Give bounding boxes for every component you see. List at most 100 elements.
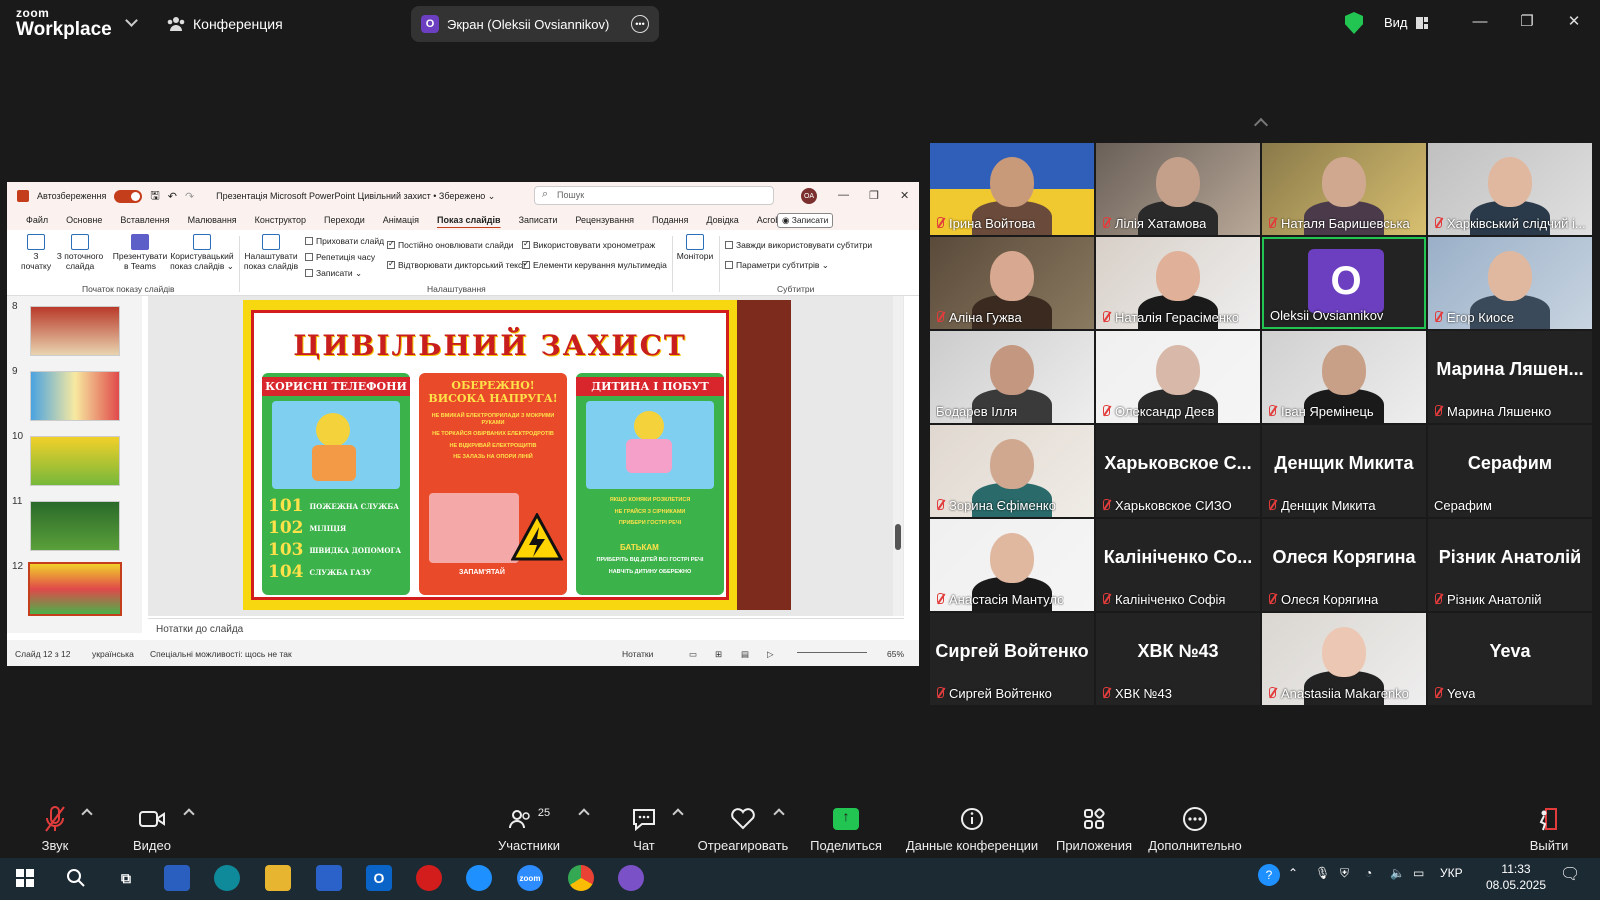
ribbon-tab[interactable]: Файл xyxy=(17,215,57,225)
participant-tile[interactable]: Лілія Хатамова xyxy=(1096,143,1260,235)
windows-start-icon[interactable] xyxy=(12,865,38,891)
slide-thumbnail[interactable] xyxy=(30,371,120,421)
document-title[interactable]: Презентація Microsoft PowerPoint Цивільн… xyxy=(216,191,495,202)
record-menu-button[interactable]: Записати ⌄ xyxy=(305,268,362,279)
chevron-down-icon[interactable] xyxy=(125,14,138,27)
meeting-info-button[interactable]: Данные конференции xyxy=(902,798,1042,853)
teams-button[interactable]: Презентувати в Teams xyxy=(111,234,169,272)
mic-tray-icon[interactable]: 🎙 xyxy=(1315,866,1330,880)
user-avatar[interactable]: OA xyxy=(801,188,817,204)
reading-view-icon[interactable]: ▤ xyxy=(741,649,749,660)
participant-tile[interactable]: Егор Киосе xyxy=(1428,237,1592,329)
undo-icon[interactable]: ↶ xyxy=(168,190,177,203)
option-narration-checkbox[interactable]: Відтворювати дикторський текст xyxy=(387,259,526,270)
subtitles-always-checkbox[interactable]: Завжди використовувати субтитри xyxy=(725,240,872,250)
opera-icon[interactable] xyxy=(416,865,442,891)
edge-icon[interactable] xyxy=(214,865,240,891)
participant-tile[interactable]: Зорина Єфіменко xyxy=(930,425,1094,517)
ppt-restore-icon[interactable]: ❐ xyxy=(869,189,879,202)
explorer-icon[interactable] xyxy=(265,865,291,891)
participant-tile[interactable]: Аліна Гужва xyxy=(930,237,1094,329)
participant-tile[interactable]: Олександр Деєв xyxy=(1096,331,1260,423)
from-start-button[interactable]: З початку xyxy=(21,234,51,272)
tray-chevron-icon[interactable]: ⌃ xyxy=(1288,866,1298,880)
ppt-search-input[interactable]: Пошук xyxy=(534,186,774,205)
ribbon-tab[interactable]: Анімація xyxy=(374,215,428,225)
slide-thumbnail[interactable] xyxy=(30,501,120,551)
participant-tile[interactable]: Наталія Герасіменко xyxy=(1096,237,1260,329)
zoom-slider[interactable] xyxy=(797,652,867,653)
subtitle-settings-button[interactable]: Параметри субтитрів ⌄ xyxy=(725,260,829,271)
setup-show-button[interactable]: Налаштувати показ слайдів xyxy=(243,234,299,272)
participant-tile[interactable]: Марина Ляшен... Марина Ляшенко xyxy=(1428,331,1592,423)
participant-tile[interactable]: Анастасія Мантуло xyxy=(930,519,1094,611)
participants-button[interactable]: 25 Участники xyxy=(474,798,584,853)
chrome-icon[interactable] xyxy=(568,865,594,891)
language-status[interactable]: українська xyxy=(92,649,134,659)
leave-button[interactable]: Выйти xyxy=(1514,798,1584,853)
participant-tile[interactable]: Олеся Корягина Олеся Корягина xyxy=(1262,519,1426,611)
defender-icon[interactable]: ⛨ xyxy=(1340,866,1349,881)
chat-button[interactable]: Чат xyxy=(589,798,699,853)
ribbon-tab[interactable]: Довідка xyxy=(697,215,747,225)
participant-tile[interactable]: Бодарев Ілля xyxy=(930,331,1094,423)
record-button[interactable]: ◉ Записати xyxy=(777,213,834,228)
custom-show-button[interactable]: Користувацький показ слайдів ⌄ xyxy=(169,234,235,272)
outlook-icon[interactable]: O xyxy=(366,865,392,891)
participant-tile[interactable]: Іван Яремінець xyxy=(1262,331,1426,423)
ribbon-tab[interactable]: Основне xyxy=(57,215,111,225)
participant-tile[interactable]: Anastasiia Makarenko xyxy=(1262,613,1426,705)
notes-pane[interactable]: Нотатки до слайда xyxy=(148,618,904,640)
notifications-icon[interactable]: 🗨 xyxy=(1560,864,1580,884)
participant-tile[interactable]: Харківський слідчий і... xyxy=(1428,143,1592,235)
participant-tile[interactable]: Yeva Yeva xyxy=(1428,613,1592,705)
meeting-menu[interactable]: Конференция xyxy=(167,13,283,35)
redo-icon[interactable]: ↷ xyxy=(185,190,194,203)
slide-thumbnail[interactable] xyxy=(30,306,120,356)
apps-button[interactable]: Приложения xyxy=(1039,798,1149,853)
ppt-close-icon[interactable]: ✕ xyxy=(900,189,909,202)
option-refresh-checkbox[interactable]: Постійно оновлювати слайди xyxy=(387,239,514,250)
notes-toggle[interactable]: Нотатки xyxy=(622,649,653,659)
participant-tile[interactable]: Денщик Микита Денщик Микита xyxy=(1262,425,1426,517)
volume-icon[interactable]: 🔈 xyxy=(1390,866,1405,880)
ribbon-tab[interactable]: Переходи xyxy=(315,215,374,225)
option-timings-checkbox[interactable]: Використовувати хронометраж xyxy=(522,239,655,250)
normal-view-icon[interactable]: ▭ xyxy=(689,649,697,660)
participant-tile[interactable]: Калініченко Со... Калініченко Софія xyxy=(1096,519,1260,611)
minimize-icon[interactable]: — xyxy=(1468,10,1492,34)
more-button[interactable]: Дополнительно xyxy=(1138,798,1252,853)
keyboard-language[interactable]: УКР xyxy=(1440,866,1463,880)
screen-share-pill[interactable]: O Экран (Oleksii Ovsiannikov) ••• xyxy=(411,6,659,42)
zoom-taskbar-icon[interactable]: zoom xyxy=(517,865,543,891)
participant-tile[interactable]: Серафим Серафим xyxy=(1428,425,1592,517)
participant-tile[interactable]: Ірина Войтова xyxy=(930,143,1094,235)
viber-icon[interactable] xyxy=(618,865,644,891)
ribbon-tab[interactable]: Показ слайдів xyxy=(428,215,510,225)
restore-icon[interactable]: ❐ xyxy=(1515,10,1539,34)
save-icon[interactable]: 🖫 xyxy=(150,187,159,206)
slideshow-view-icon[interactable]: ▷ xyxy=(767,649,774,660)
app-icon-1[interactable] xyxy=(164,865,190,891)
task-view-icon[interactable]: ⧉ xyxy=(113,865,139,891)
search-icon[interactable] xyxy=(63,865,89,891)
close-icon[interactable]: ✕ xyxy=(1562,10,1586,34)
teamviewer-icon[interactable] xyxy=(466,865,492,891)
help-icon[interactable]: ? xyxy=(1258,864,1280,886)
participant-tile[interactable]: Сиргей Войтенко Сиргей Войтенко xyxy=(930,613,1094,705)
zoom-level[interactable]: 65% xyxy=(887,649,904,659)
ribbon-tab[interactable]: Конструктор xyxy=(246,215,315,225)
participant-tile[interactable]: ХВК №43 ХВК №43 xyxy=(1096,613,1260,705)
accessibility-status[interactable]: Спеціальні можливості: щось не так xyxy=(150,649,292,659)
vertical-scrollbar[interactable] xyxy=(893,296,903,616)
ppt-minimize-icon[interactable]: — xyxy=(838,189,849,201)
ribbon-tab[interactable]: Малювання xyxy=(179,215,246,225)
video-button[interactable]: Видео xyxy=(97,798,207,853)
battery-icon[interactable]: ▭ xyxy=(1413,866,1424,880)
security-shield-icon[interactable] xyxy=(1345,12,1363,34)
option-media-checkbox[interactable]: Елементи керування мультимедіа xyxy=(522,259,667,270)
clock[interactable]: 11:33 08.05.2025 xyxy=(1484,861,1548,893)
ribbon-tab[interactable]: Подання xyxy=(643,215,697,225)
sorter-view-icon[interactable]: ⊞ xyxy=(715,649,722,660)
share-button[interactable]: ↑ Поделиться xyxy=(791,798,901,853)
